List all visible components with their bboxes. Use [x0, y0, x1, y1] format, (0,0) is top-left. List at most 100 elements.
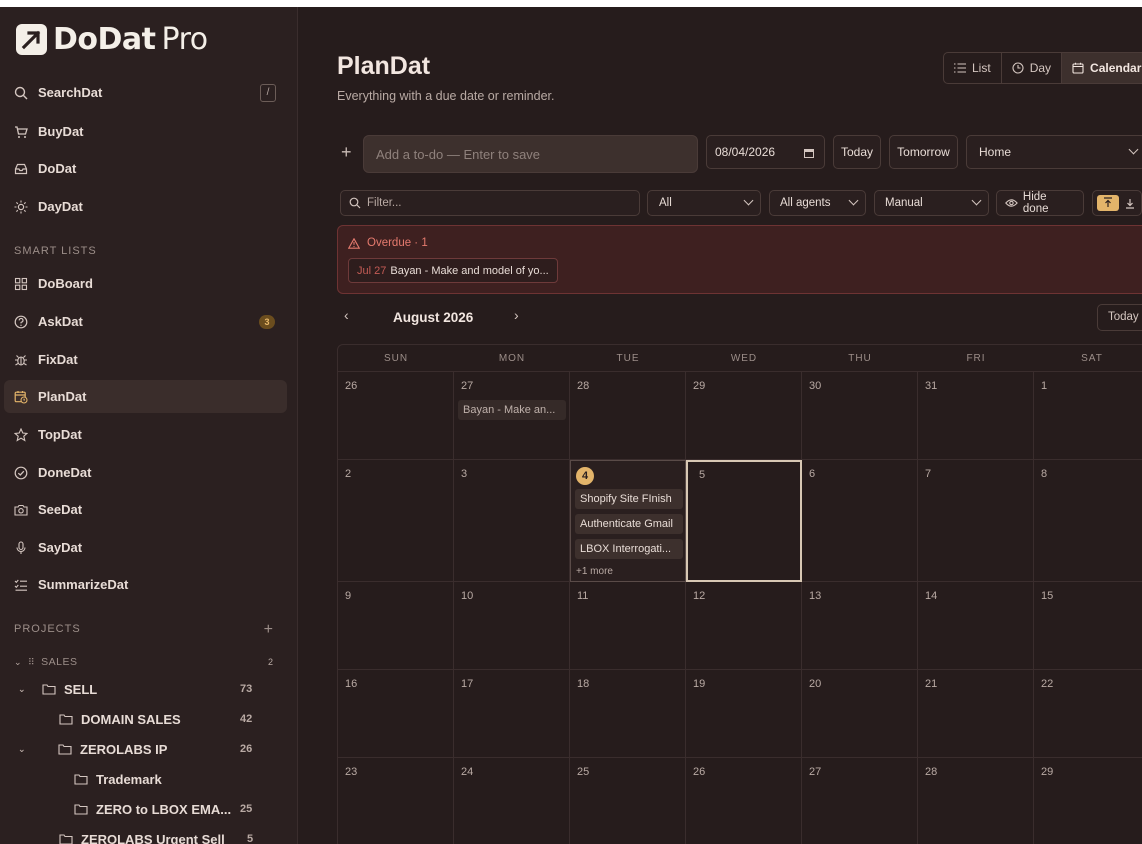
overdue-task-title: Bayan - Make and model of yo...	[390, 264, 549, 277]
calendar-day-cell[interactable]: 15	[1034, 582, 1142, 670]
calendar-day-cell[interactable]: 29	[686, 372, 802, 460]
calendar-day-cell[interactable]: 27 Bayan - Make an...	[454, 372, 570, 460]
sidebar-item-dodat[interactable]: DoDat	[4, 152, 287, 185]
tomorrow-button[interactable]: Tomorrow	[889, 135, 958, 169]
day-number: 25	[577, 766, 590, 778]
due-date-input[interactable]: 08/04/2026	[706, 135, 825, 169]
logo[interactable]: DoDat Pro	[16, 21, 208, 57]
calendar-day-cell[interactable]: 26	[338, 372, 454, 460]
calendar-day-cell[interactable]: 21	[918, 670, 1034, 758]
view-switcher: List Day Calendar	[943, 52, 1142, 84]
calendar-day-cell[interactable]: 17	[454, 670, 570, 758]
view-list-button[interactable]: List	[944, 53, 1002, 83]
calendar-today-button[interactable]: Today	[1097, 304, 1142, 331]
calendar-day-cell[interactable]: 4 Shopify Site FInish Authenticate Gmail LB…	[570, 460, 686, 582]
add-todo-plus-button[interactable]: +	[341, 142, 352, 163]
project-select[interactable]: Home	[966, 135, 1142, 169]
drag-handle-icon[interactable]: ⠿	[28, 657, 35, 668]
calendar-day-cell[interactable]: 2	[338, 460, 454, 582]
calendar-day-cell[interactable]: 1	[1034, 372, 1142, 460]
calendar-day-cell[interactable]: 13	[802, 582, 918, 670]
overdue-title: Overdue · 1	[367, 237, 428, 249]
calendar-day-cell[interactable]: 29	[1034, 758, 1142, 844]
sidebar-item-donedat[interactable]: DoneDat	[4, 456, 287, 489]
calendar-day-cell[interactable]: 12	[686, 582, 802, 670]
tree-item-domain-sales[interactable]: DOMAIN SALES 42	[59, 707, 252, 731]
overdue-task-chip[interactable]: Jul 27 Bayan - Make and model of yo...	[348, 258, 558, 283]
calendar-day-cell[interactable]: 28	[570, 372, 686, 460]
calendar-day-cell[interactable]: 30	[802, 372, 918, 460]
sidebar-item-fixdat[interactable]: FixDat	[4, 343, 287, 376]
today-button[interactable]: Today	[833, 135, 881, 169]
calendar-day-cell[interactable]: 26	[686, 758, 802, 844]
next-month-button[interactable]: ›	[514, 307, 519, 323]
day-number: 8	[1041, 468, 1048, 480]
view-day-button[interactable]: Day	[1002, 53, 1063, 83]
tree-count: 26	[240, 743, 253, 755]
tree-item-zero-lbox[interactable]: ZERO to LBOX EMA... 25	[74, 797, 252, 821]
sidebar-item-buydat[interactable]: BuyDat	[4, 115, 287, 148]
overdue-header: Overdue · 1	[348, 237, 428, 249]
calendar-day-cell[interactable]: 23	[338, 758, 454, 844]
sidebar-item-topdat[interactable]: TopDat	[4, 418, 287, 451]
sidebar-item-saydat[interactable]: SayDat	[4, 531, 287, 564]
calendar-day-cell[interactable]: 25	[570, 758, 686, 844]
sidebar-item-doboard[interactable]: DoBoard	[4, 267, 287, 300]
tree-item-trademark[interactable]: Trademark	[74, 767, 162, 791]
sidebar-item-searchdat[interactable]: SearchDat /	[4, 76, 287, 109]
sidebar-item-plandat[interactable]: PlanDat	[4, 380, 287, 413]
calendar-day-cell[interactable]: 24	[454, 758, 570, 844]
sidebar-item-label: DoDat	[38, 161, 77, 176]
view-calendar-button[interactable]: Calendar	[1062, 53, 1142, 83]
chevron-down-icon	[743, 195, 754, 206]
calendar-day-cell[interactable]: 11	[570, 582, 686, 670]
agents-select[interactable]: All agents	[769, 190, 866, 216]
calendar-day-cell[interactable]: 31	[918, 372, 1034, 460]
calendar-day-cell[interactable]: 20	[802, 670, 918, 758]
tree-item-zerolabs-ip[interactable]: ⌄ ZEROLABS IP 26	[18, 737, 252, 761]
date-picker-icon[interactable]	[804, 148, 814, 158]
calendar-event[interactable]: Bayan - Make an...	[458, 400, 566, 420]
day-number: 12	[693, 590, 706, 602]
tree-count: 5	[247, 833, 254, 844]
status-select[interactable]: All	[647, 190, 761, 216]
calendar-day-cell[interactable]: 22	[1034, 670, 1142, 758]
calendar-day-cell[interactable]: 9	[338, 582, 454, 670]
calendar-day-cell[interactable]: 14	[918, 582, 1034, 670]
arrow-down-icon[interactable]	[1125, 198, 1135, 209]
tree-item-sell[interactable]: ⌄ SELL 73	[18, 677, 252, 701]
calendar-day-cell[interactable]: 16	[338, 670, 454, 758]
calendar-day-cell[interactable]: 7	[918, 460, 1034, 582]
calendar-day-cell[interactable]: 10	[454, 582, 570, 670]
calendar-day-cell[interactable]: 19	[686, 670, 802, 758]
calendar-day-cell[interactable]: 5	[686, 460, 802, 582]
calendar-day-cell[interactable]: 6	[802, 460, 918, 582]
filter-input[interactable]: Filter...	[340, 190, 640, 216]
calendar-day-cell[interactable]: 27	[802, 758, 918, 844]
clock-icon	[1012, 62, 1024, 74]
calendar-event[interactable]: LBOX Interrogati...	[575, 539, 683, 559]
calendar-day-cell[interactable]: 3	[454, 460, 570, 582]
calendar-day-cell[interactable]: 28	[918, 758, 1034, 844]
sidebar-item-summarizedat[interactable]: SummarizeDat	[4, 568, 287, 601]
tree-item-label: ZERO to LBOX EMA...	[96, 801, 232, 817]
day-number: 29	[693, 380, 706, 392]
calendar-day-cell[interactable]: 18	[570, 670, 686, 758]
calendar-event[interactable]: Shopify Site FInish	[575, 489, 683, 509]
sort-select[interactable]: Manual	[874, 190, 989, 216]
sidebar-item-seedat[interactable]: SeeDat	[4, 493, 287, 526]
calendar-event[interactable]: Authenticate Gmail	[575, 514, 683, 534]
calendar-day-cell[interactable]: 8	[1034, 460, 1142, 582]
tree-group-sales[interactable]: ⌄ ⠿ SALES 2	[14, 650, 273, 674]
add-todo-input[interactable]	[363, 135, 698, 173]
more-events-link[interactable]: +1 more	[576, 566, 613, 577]
sidebar-item-askdat[interactable]: AskDat 3	[4, 305, 287, 338]
tree-item-zerolabs-urgent[interactable]: ZEROLABS Urgent Sell 5	[59, 827, 253, 844]
hide-done-button[interactable]: Hide done	[996, 190, 1084, 216]
sidebar-item-label: PlanDat	[38, 389, 87, 404]
sort-asc-button[interactable]	[1097, 195, 1119, 211]
prev-month-button[interactable]: ‹	[344, 307, 349, 323]
sort-direction-toggle[interactable]	[1092, 190, 1142, 216]
sidebar-item-daydat[interactable]: DayDat	[4, 190, 287, 223]
add-project-button[interactable]: +	[264, 621, 273, 639]
